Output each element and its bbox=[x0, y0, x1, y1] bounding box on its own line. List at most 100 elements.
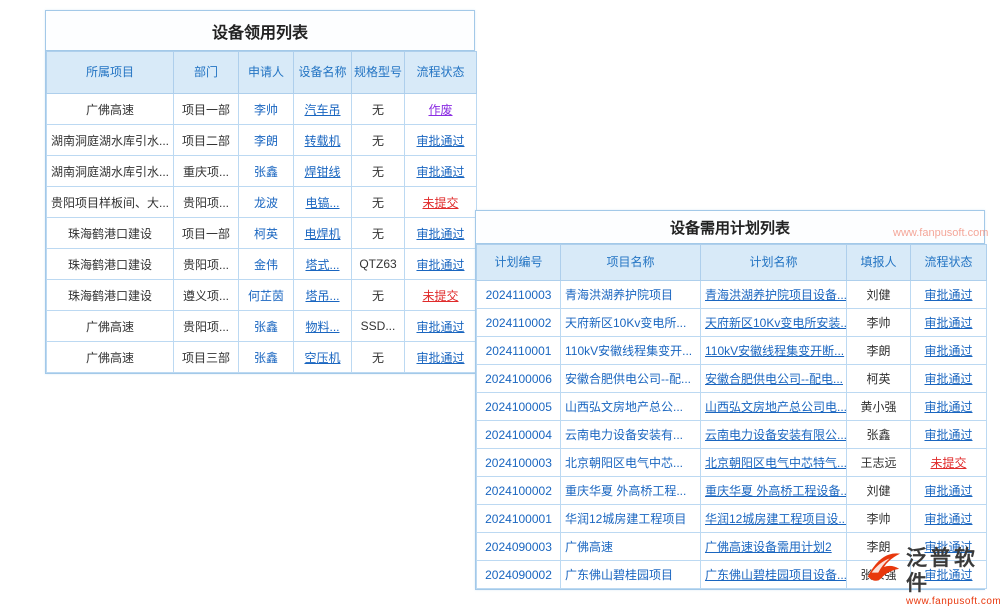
table-cell[interactable]: 2024100005 bbox=[477, 393, 561, 421]
table-row[interactable]: 广佛高速项目三部张鑫空压机无审批通过 bbox=[47, 342, 477, 373]
table-row[interactable]: 湖南洞庭湖水库引水...项目二部李朗转载机无审批通过 bbox=[47, 125, 477, 156]
table-cell[interactable]: 2024100002 bbox=[477, 477, 561, 505]
column-header[interactable]: 计划名称 bbox=[701, 245, 847, 281]
status-cell[interactable]: 审批通过 bbox=[911, 365, 987, 393]
status-cell[interactable]: 审批通过 bbox=[911, 309, 987, 337]
table-cell[interactable]: 安徽合肥供电公司--配... bbox=[561, 365, 701, 393]
table-cell[interactable]: 空压机 bbox=[294, 342, 352, 373]
table-cell[interactable]: 北京朝阳区电气中芯... bbox=[561, 449, 701, 477]
table-cell[interactable]: 华润12城房建工程项目设... bbox=[701, 505, 847, 533]
table-cell[interactable]: 张鑫 bbox=[239, 342, 294, 373]
column-header[interactable]: 流程状态 bbox=[911, 245, 987, 281]
table-cell[interactable]: 天府新区10Kv变电所安装... bbox=[701, 309, 847, 337]
table-row[interactable]: 2024090003广佛高速广佛高速设备需用计划2李朗审批通过 bbox=[477, 533, 987, 561]
table-cell[interactable]: 龙波 bbox=[239, 187, 294, 218]
table-cell[interactable]: 塔吊... bbox=[294, 280, 352, 311]
table-cell[interactable]: 焊钳线 bbox=[294, 156, 352, 187]
table-cell[interactable]: 金伟 bbox=[239, 249, 294, 280]
table-cell[interactable]: 2024100001 bbox=[477, 505, 561, 533]
table-cell[interactable]: 张鑫 bbox=[239, 311, 294, 342]
table-cell[interactable]: 电焊机 bbox=[294, 218, 352, 249]
status-cell[interactable]: 审批通过 bbox=[405, 156, 477, 187]
table-cell[interactable]: 云南电力设备安装有... bbox=[561, 421, 701, 449]
status-cell[interactable]: 审批通过 bbox=[911, 393, 987, 421]
column-header[interactable]: 所属项目 bbox=[47, 52, 174, 94]
table-cell[interactable]: 天府新区10Kv变电所... bbox=[561, 309, 701, 337]
status-cell[interactable]: 审批通过 bbox=[911, 505, 987, 533]
table-row[interactable]: 贵阳项目样板间、大...贵阳项...龙波电镐...无未提交 bbox=[47, 187, 477, 218]
table-row[interactable]: 广佛高速贵阳项...张鑫物料...SSD...审批通过 bbox=[47, 311, 477, 342]
table-row[interactable]: 珠海鹤港口建设遵义项...何芷茵塔吊...无未提交 bbox=[47, 280, 477, 311]
table-cell[interactable]: 110kV安徽线程集变开断... bbox=[701, 337, 847, 365]
table-cell[interactable]: 华润12城房建工程项目 bbox=[561, 505, 701, 533]
table-row[interactable]: 2024100004云南电力设备安装有...云南电力设备安装有限公...张鑫审批… bbox=[477, 421, 987, 449]
table-cell[interactable]: 2024100006 bbox=[477, 365, 561, 393]
status-cell[interactable]: 未提交 bbox=[405, 187, 477, 218]
table-row[interactable]: 2024110002天府新区10Kv变电所...天府新区10Kv变电所安装...… bbox=[477, 309, 987, 337]
table-cell[interactable]: 李朗 bbox=[239, 125, 294, 156]
column-header[interactable]: 部门 bbox=[174, 52, 239, 94]
status-cell[interactable]: 审批通过 bbox=[911, 477, 987, 505]
table-row[interactable]: 珠海鹤港口建设项目一部柯英电焊机无审批通过 bbox=[47, 218, 477, 249]
table-row[interactable]: 2024100003北京朝阳区电气中芯...北京朝阳区电气中芯特气...王志远未… bbox=[477, 449, 987, 477]
status-cell[interactable]: 审批通过 bbox=[405, 311, 477, 342]
status-cell[interactable]: 未提交 bbox=[911, 449, 987, 477]
table-cell[interactable]: 重庆华夏 外高桥工程... bbox=[561, 477, 701, 505]
table-cell[interactable]: 山西弘文房地产总公司电... bbox=[701, 393, 847, 421]
table-cell[interactable]: 张鑫 bbox=[239, 156, 294, 187]
table-cell[interactable]: 2024100004 bbox=[477, 421, 561, 449]
table-cell[interactable]: 110kV安徽线程集变开... bbox=[561, 337, 701, 365]
table-cell[interactable]: 塔式... bbox=[294, 249, 352, 280]
table-cell[interactable]: 广东佛山碧桂园项目 bbox=[561, 561, 701, 589]
table-row[interactable]: 湖南洞庭湖水库引水...重庆项...张鑫焊钳线无审批通过 bbox=[47, 156, 477, 187]
table-cell[interactable]: 广佛高速设备需用计划2 bbox=[701, 533, 847, 561]
table-cell[interactable]: 转载机 bbox=[294, 125, 352, 156]
table-cell[interactable]: 2024100003 bbox=[477, 449, 561, 477]
status-cell[interactable]: 未提交 bbox=[405, 280, 477, 311]
table-cell[interactable]: 柯英 bbox=[239, 218, 294, 249]
table-row[interactable]: 2024090002广东佛山碧桂园项目广东佛山碧桂园项目设备...张永强审批通过 bbox=[477, 561, 987, 589]
status-cell[interactable]: 审批通过 bbox=[911, 561, 987, 589]
table-cell[interactable]: 何芷茵 bbox=[239, 280, 294, 311]
column-header[interactable]: 流程状态 bbox=[405, 52, 477, 94]
table-cell[interactable]: 汽车吊 bbox=[294, 94, 352, 125]
table-cell[interactable]: 山西弘文房地产总公... bbox=[561, 393, 701, 421]
table-row[interactable]: 珠海鹤港口建设贵阳项...金伟塔式...QTZ63审批通过 bbox=[47, 249, 477, 280]
column-header[interactable]: 计划编号 bbox=[477, 245, 561, 281]
table-cell[interactable]: 2024090002 bbox=[477, 561, 561, 589]
column-header[interactable]: 设备名称 bbox=[294, 52, 352, 94]
table-cell[interactable]: 2024110003 bbox=[477, 281, 561, 309]
table-cell[interactable]: 2024090003 bbox=[477, 533, 561, 561]
status-cell[interactable]: 审批通过 bbox=[405, 125, 477, 156]
status-cell[interactable]: 审批通过 bbox=[911, 533, 987, 561]
table-cell[interactable]: 2024110002 bbox=[477, 309, 561, 337]
status-cell[interactable]: 审批通过 bbox=[405, 342, 477, 373]
table-cell[interactable]: 2024110001 bbox=[477, 337, 561, 365]
status-cell[interactable]: 审批通过 bbox=[405, 218, 477, 249]
table-cell[interactable]: 重庆华夏 外高桥工程设备... bbox=[701, 477, 847, 505]
table-row[interactable]: 2024100006安徽合肥供电公司--配...安徽合肥供电公司--配电...柯… bbox=[477, 365, 987, 393]
table-row[interactable]: 2024110003青海洪湖养护院项目青海洪湖养护院项目设备...刘健审批通过 bbox=[477, 281, 987, 309]
status-cell[interactable]: 审批通过 bbox=[911, 337, 987, 365]
table-row[interactable]: 广佛高速项目一部李帅汽车吊无作废 bbox=[47, 94, 477, 125]
table-row[interactable]: 2024100001华润12城房建工程项目华润12城房建工程项目设...李帅审批… bbox=[477, 505, 987, 533]
status-cell[interactable]: 审批通过 bbox=[911, 281, 987, 309]
status-cell[interactable]: 审批通过 bbox=[405, 249, 477, 280]
status-cell[interactable]: 审批通过 bbox=[911, 421, 987, 449]
column-header[interactable]: 填报人 bbox=[847, 245, 911, 281]
table-row[interactable]: 2024100005山西弘文房地产总公...山西弘文房地产总公司电...黄小强审… bbox=[477, 393, 987, 421]
table-row[interactable]: 2024110001110kV安徽线程集变开...110kV安徽线程集变开断..… bbox=[477, 337, 987, 365]
table-cell[interactable]: 青海洪湖养护院项目 bbox=[561, 281, 701, 309]
status-cell[interactable]: 作废 bbox=[405, 94, 477, 125]
table-row[interactable]: 2024100002重庆华夏 外高桥工程...重庆华夏 外高桥工程设备...刘健… bbox=[477, 477, 987, 505]
table-cell[interactable]: 青海洪湖养护院项目设备... bbox=[701, 281, 847, 309]
table-cell[interactable]: 广佛高速 bbox=[561, 533, 701, 561]
table-cell[interactable]: 广东佛山碧桂园项目设备... bbox=[701, 561, 847, 589]
table-cell[interactable]: 云南电力设备安装有限公... bbox=[701, 421, 847, 449]
table-cell[interactable]: 北京朝阳区电气中芯特气... bbox=[701, 449, 847, 477]
column-header[interactable]: 规格型号 bbox=[352, 52, 405, 94]
table-cell[interactable]: 电镐... bbox=[294, 187, 352, 218]
table-cell[interactable]: 李帅 bbox=[239, 94, 294, 125]
table-cell[interactable]: 物料... bbox=[294, 311, 352, 342]
column-header[interactable]: 申请人 bbox=[239, 52, 294, 94]
